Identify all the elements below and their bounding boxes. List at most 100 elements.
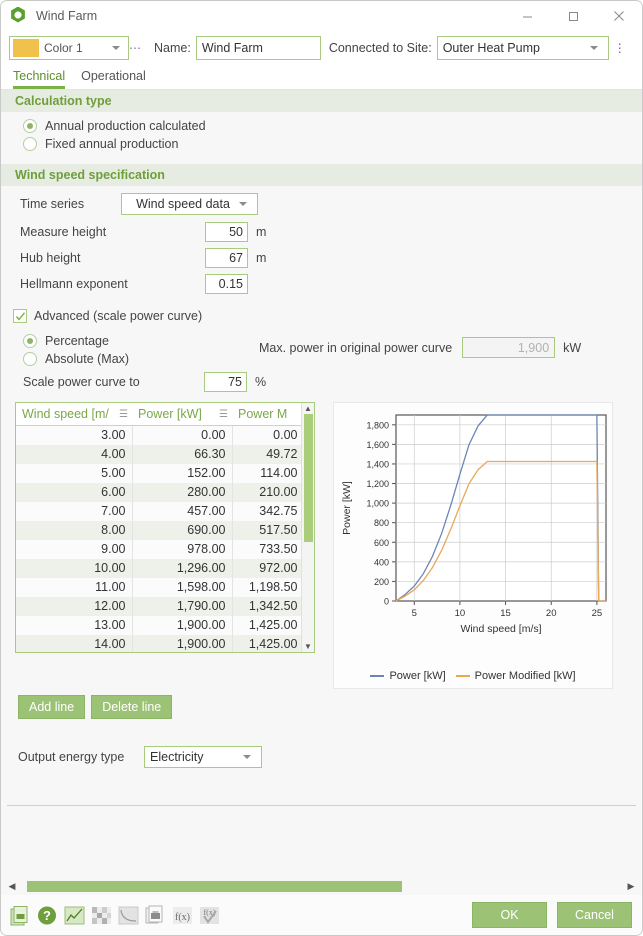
scroll-track[interactable] (19, 881, 624, 892)
add-line-button[interactable]: Add line (18, 695, 86, 719)
chart-icon[interactable] (63, 904, 86, 927)
minimize-button[interactable] (504, 1, 550, 31)
close-button[interactable] (596, 1, 642, 31)
table-cell[interactable]: 457.00 (132, 501, 233, 521)
table-cell[interactable]: 1,425.00 (232, 615, 301, 635)
table-cell[interactable]: 10.00 (16, 558, 133, 578)
column-header-wind-speed[interactable]: Wind speed [m/ ☰ (16, 403, 132, 426)
radio-annual-production-calculated[interactable]: Annual production calculated (1, 117, 642, 135)
ok-button[interactable]: OK (472, 902, 547, 928)
scroll-up-arrow-icon[interactable]: ▲ (304, 404, 312, 413)
color-more-icon[interactable]: ⋯ (129, 41, 142, 55)
scroll-right-arrow-icon[interactable]: ▶ (624, 881, 638, 892)
table-cell[interactable]: 733.50 (232, 539, 301, 559)
print-icon[interactable] (144, 904, 167, 927)
help-icon[interactable]: ? (36, 904, 59, 927)
time-series-combo[interactable]: Wind speed data (121, 193, 258, 215)
table-row[interactable]: 3.00 0.00 0.00 (16, 425, 301, 445)
table-vertical-scrollbar[interactable]: ▲ ▼ (301, 403, 314, 652)
table-cell[interactable]: 0.00 (232, 425, 301, 445)
table-cell[interactable]: 1,342.50 (232, 596, 301, 616)
table-cell[interactable]: 0.00 (132, 425, 233, 445)
sort-icon[interactable]: ☰ (219, 409, 228, 420)
maximize-button[interactable] (550, 1, 596, 31)
cancel-button[interactable]: Cancel (557, 902, 632, 928)
table-cell[interactable]: 1,425.00 (232, 634, 301, 652)
table-cell[interactable]: 342.75 (232, 501, 301, 521)
radio-fixed-annual-production[interactable]: Fixed annual production (1, 135, 642, 153)
color-selector[interactable]: Color 1 (9, 36, 129, 60)
table-cell[interactable]: 66.30 (132, 444, 233, 464)
table-cell[interactable]: 972.00 (232, 558, 301, 578)
table-row[interactable]: 7.00 457.00 342.75 (16, 501, 301, 521)
curve-icon[interactable] (117, 904, 140, 927)
table-cell[interactable]: 517.50 (232, 520, 301, 540)
power-curve-table[interactable]: Wind speed [m/☰ Power [kW]☰ Power M 3.0 (15, 402, 315, 653)
chevron-down-icon[interactable] (589, 46, 598, 50)
table-cell[interactable]: 152.00 (132, 463, 233, 483)
sort-icon[interactable]: ☰ (119, 409, 128, 420)
table-cell[interactable]: 4.00 (16, 444, 133, 464)
scroll-left-arrow-icon[interactable]: ◀ (5, 881, 19, 892)
horizontal-scrollbar[interactable]: ◀ ▶ (1, 878, 642, 895)
table-cell[interactable]: 12.00 (16, 596, 133, 616)
table-cell[interactable]: 6.00 (16, 482, 133, 502)
table-row[interactable]: 9.00 978.00 733.50 (16, 539, 301, 559)
table-cell[interactable]: 5.00 (16, 463, 133, 483)
site-more-icon[interactable]: ⋮ (614, 42, 626, 54)
table-cell[interactable]: 14.00 (16, 634, 133, 652)
copy-document-icon[interactable] (9, 904, 32, 927)
table-row[interactable]: 11.00 1,598.00 1,198.50 (16, 577, 301, 597)
table-cell[interactable]: 13.00 (16, 615, 133, 635)
table-row[interactable]: 8.00 690.00 517.50 (16, 520, 301, 540)
table-cell[interactable]: 1,598.00 (132, 577, 233, 597)
tab-technical[interactable]: Technical (13, 69, 66, 89)
table-row[interactable]: 5.00 152.00 114.00 (16, 463, 301, 483)
scale-power-curve-input[interactable]: 75 (204, 372, 247, 392)
hellmann-exponent-input[interactable]: 0.15 (205, 274, 248, 294)
table-row[interactable]: 12.00 1,790.00 1,342.50 (16, 596, 301, 616)
delete-line-button[interactable]: Delete line (91, 695, 173, 719)
table-cell[interactable]: 114.00 (232, 463, 301, 483)
table-row[interactable]: 6.00 280.00 210.00 (16, 482, 301, 502)
table-cell[interactable]: 978.00 (132, 539, 233, 559)
table-row[interactable]: 13.00 1,900.00 1,425.00 (16, 615, 301, 635)
table-cell[interactable]: 210.00 (232, 482, 301, 502)
table-cell[interactable]: 8.00 (16, 520, 133, 540)
table-cell[interactable]: 1,900.00 (132, 634, 233, 652)
chevron-down-icon[interactable] (243, 755, 251, 759)
tab-operational[interactable]: Operational (81, 69, 146, 89)
table-cell[interactable]: 11.00 (16, 577, 133, 597)
column-header-power-modified[interactable]: Power M (232, 403, 301, 426)
chevron-down-icon[interactable] (239, 202, 247, 206)
function-check-icon[interactable]: f(x) (198, 904, 221, 927)
table-cell[interactable]: 7.00 (16, 501, 133, 521)
table-cell[interactable]: 3.00 (16, 425, 133, 445)
table-cell[interactable]: 1,198.50 (232, 577, 301, 597)
table-cell[interactable]: 690.00 (132, 520, 233, 540)
table-cell[interactable]: 1,900.00 (132, 615, 233, 635)
table-row[interactable]: 10.00 1,296.00 972.00 (16, 558, 301, 578)
advanced-checkbox-row[interactable]: Advanced (scale power curve) (1, 304, 642, 328)
measure-height-input[interactable]: 50 (205, 222, 248, 242)
name-input[interactable]: Wind Farm (195, 36, 321, 60)
advanced-checkbox[interactable] (13, 309, 27, 323)
output-energy-type-combo[interactable]: Electricity (144, 746, 262, 768)
table-row[interactable]: 4.00 66.30 49.72 (16, 444, 301, 464)
scroll-thumb[interactable] (303, 414, 313, 542)
table-cell[interactable]: 280.00 (132, 482, 233, 502)
scroll-down-arrow-icon[interactable]: ▼ (304, 642, 312, 651)
table-cell[interactable]: 1,790.00 (132, 596, 233, 616)
function-icon[interactable]: f(x) (171, 904, 194, 927)
table-cell[interactable]: 1,296.00 (132, 558, 233, 578)
scroll-thumb[interactable] (27, 881, 403, 892)
table-cell[interactable]: 49.72 (232, 444, 301, 464)
chevron-down-icon[interactable] (112, 46, 120, 50)
connected-site-combo[interactable]: Outer Heat Pump (436, 36, 609, 60)
hub-height-input[interactable]: 67 (205, 248, 248, 268)
table-cell[interactable]: 9.00 (16, 539, 133, 559)
column-header-power[interactable]: Power [kW] ☰ (132, 403, 232, 426)
column-header-label: Power M (238, 407, 288, 421)
table-row[interactable]: 14.00 1,900.00 1,425.00 (16, 634, 301, 652)
grid-icon[interactable] (90, 904, 113, 927)
